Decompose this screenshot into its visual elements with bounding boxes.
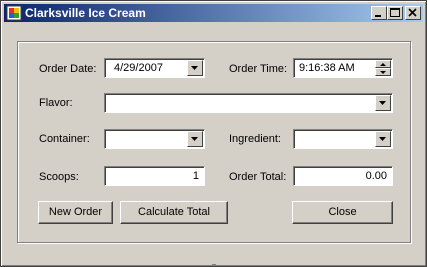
scoops-value: 1	[192, 170, 199, 182]
order-date-value: 4/29/2007	[114, 62, 163, 74]
order-date-label: Order Date:	[39, 63, 97, 75]
container-combobox[interactable]	[104, 129, 205, 149]
order-total-label: Order Total:	[229, 171, 287, 183]
order-time-spinner[interactable]	[375, 60, 391, 76]
title-bar[interactable]: Clarksville Ice Cream	[4, 4, 423, 22]
close-window-button[interactable]	[405, 6, 421, 20]
size-grip	[212, 264, 216, 266]
chevron-down-icon	[379, 101, 386, 105]
minimize-icon	[375, 15, 381, 17]
container-dropdown-button[interactable]	[187, 131, 203, 147]
flavor-combobox[interactable]	[104, 93, 393, 113]
new-order-button[interactable]: New Order	[38, 201, 113, 224]
ingredient-combobox[interactable]	[293, 129, 393, 149]
spin-up-button[interactable]	[375, 60, 391, 68]
order-date-dropdown-button[interactable]	[187, 60, 203, 76]
ingredient-dropdown-button[interactable]	[375, 131, 391, 147]
chevron-down-icon	[379, 137, 386, 141]
flavor-dropdown-button[interactable]	[375, 95, 391, 111]
order-total-value: 0.00	[365, 170, 387, 182]
app-icon[interactable]	[6, 5, 22, 21]
main-window: Clarksville Ice Cream Order Date: 4/29/2…	[0, 0, 427, 267]
minimize-button[interactable]	[371, 6, 387, 20]
close-icon	[408, 8, 417, 17]
order-time-value: 9:16:38 AM	[299, 62, 355, 74]
chevron-down-icon	[191, 66, 198, 70]
order-total-input[interactable]: 0.00	[293, 166, 393, 186]
order-time-picker[interactable]: 9:16:38 AM	[293, 58, 393, 78]
scoops-input[interactable]: 1	[104, 166, 205, 186]
flavor-label: Flavor:	[39, 97, 73, 109]
order-date-picker[interactable]: 4/29/2007	[104, 58, 205, 78]
order-time-label: Order Time:	[229, 63, 288, 75]
window-title: Clarksville Ice Cream	[25, 6, 146, 20]
scoops-label: Scoops:	[39, 171, 79, 183]
chevron-up-icon	[380, 63, 386, 66]
close-button[interactable]: Close	[292, 201, 393, 224]
ingredient-label: Ingredient:	[229, 133, 281, 145]
maximize-icon	[390, 8, 400, 17]
maximize-button[interactable]	[387, 6, 403, 20]
spin-down-button[interactable]	[375, 68, 391, 76]
chevron-down-icon	[191, 137, 198, 141]
calculate-total-button[interactable]: Calculate Total	[120, 201, 228, 224]
chevron-down-icon	[380, 71, 386, 74]
container-label: Container:	[39, 133, 90, 145]
